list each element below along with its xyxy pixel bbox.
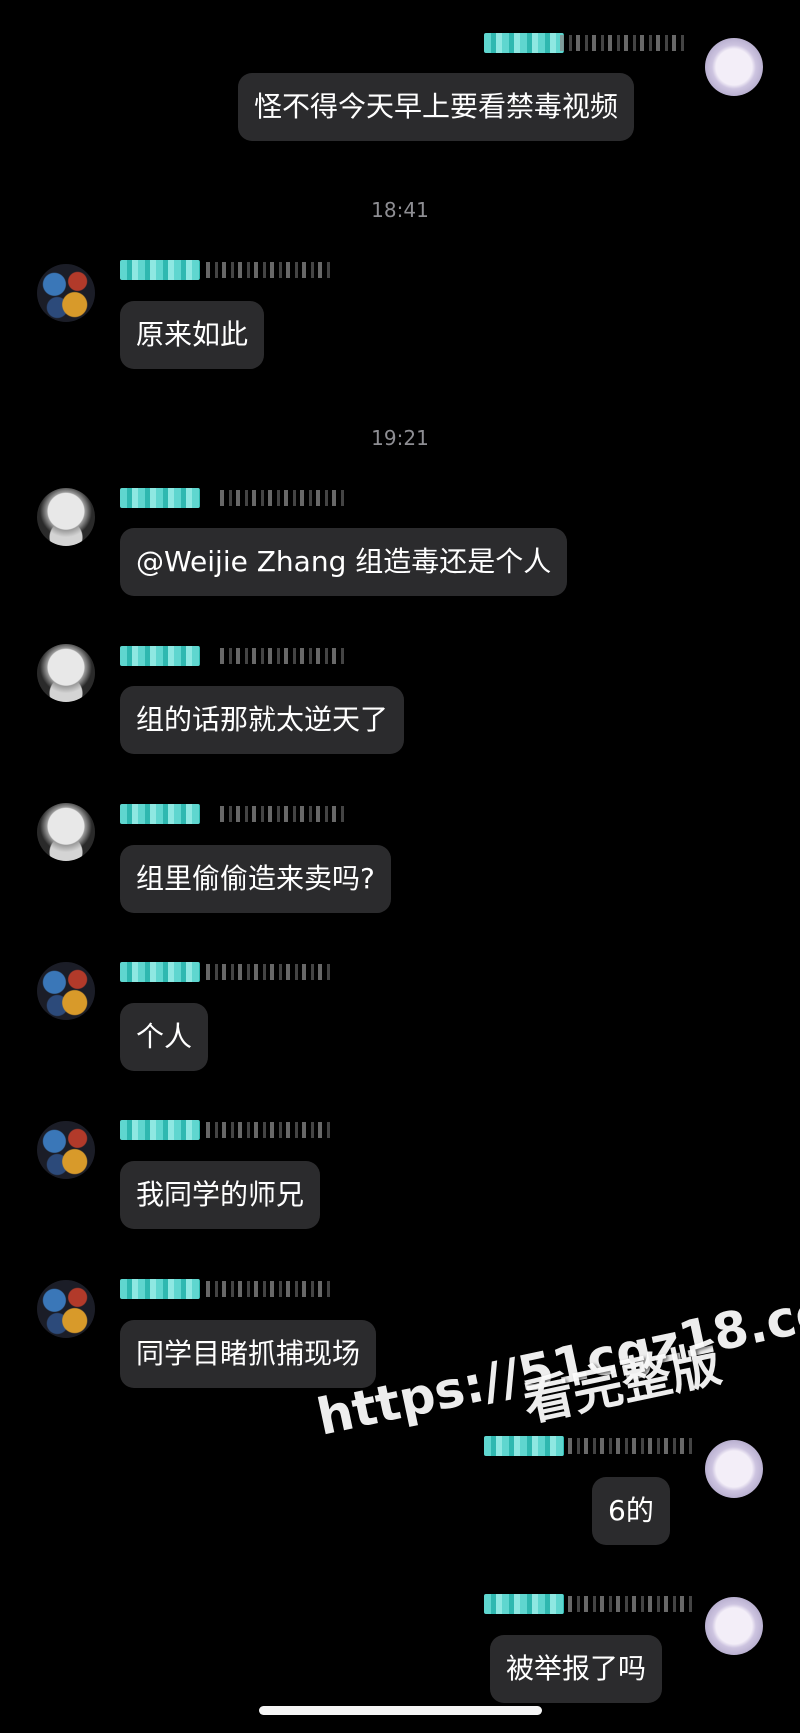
sender-name	[220, 648, 346, 664]
avatar[interactable]	[705, 1440, 763, 1498]
sender-name	[568, 1438, 694, 1454]
avatar[interactable]	[37, 264, 95, 322]
group-tag-badge	[120, 1120, 200, 1140]
avatar[interactable]	[37, 1121, 95, 1179]
message-bubble[interactable]: 原来如此	[120, 301, 265, 369]
sender-name	[220, 490, 346, 506]
message-bubble[interactable]: @Weijie Zhang 组造毒还是个人	[120, 528, 568, 596]
group-tag-badge	[120, 260, 200, 280]
sender-name	[206, 262, 332, 278]
message-bubble[interactable]: 同学目睹抓捕现场	[120, 1320, 377, 1388]
message-bubble[interactable]: 6的	[592, 1477, 670, 1545]
avatar[interactable]	[37, 488, 95, 546]
sender-name	[206, 964, 332, 980]
avatar[interactable]	[705, 1597, 763, 1655]
group-tag-badge	[484, 1594, 564, 1614]
message-bubble[interactable]: 个人	[120, 1003, 209, 1071]
group-tag-badge	[120, 804, 200, 824]
avatar[interactable]	[37, 1280, 95, 1338]
timestamp: 18:41	[371, 198, 429, 222]
message-bubble[interactable]: 怪不得今天早上要看禁毒视频	[238, 73, 635, 141]
message-bubble[interactable]: 组的话那就太逆天了	[120, 686, 405, 754]
home-indicator[interactable]	[259, 1706, 542, 1715]
avatar[interactable]	[37, 644, 95, 702]
avatar[interactable]	[37, 803, 95, 861]
group-tag-badge	[120, 488, 200, 508]
message-bubble[interactable]: 组里偷偷造来卖吗?	[120, 845, 391, 913]
group-tag-badge	[484, 1436, 564, 1456]
message-bubble[interactable]: 被举报了吗	[490, 1635, 663, 1703]
avatar[interactable]	[37, 962, 95, 1020]
message-bubble[interactable]: 我同学的师兄	[120, 1161, 321, 1229]
timestamp: 19:21	[371, 426, 429, 450]
group-tag-badge	[120, 1279, 200, 1299]
sender-name	[206, 1281, 332, 1297]
sender-name	[220, 806, 346, 822]
sender-name	[560, 35, 686, 51]
sender-name	[206, 1122, 332, 1138]
group-tag-badge	[120, 962, 200, 982]
avatar[interactable]	[705, 38, 763, 96]
sender-name	[568, 1596, 694, 1612]
group-tag-badge	[120, 646, 200, 666]
group-tag-badge	[484, 33, 564, 53]
